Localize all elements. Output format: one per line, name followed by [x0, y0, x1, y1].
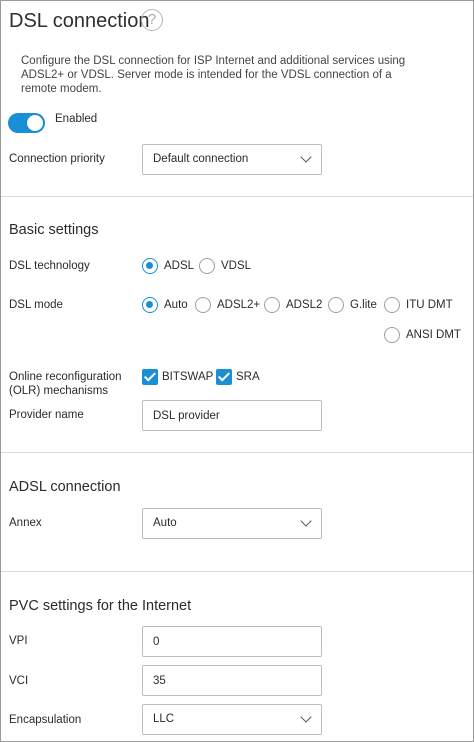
vpi-input[interactable]: [142, 626, 322, 657]
annex-value: Auto: [153, 517, 177, 529]
connection-priority-label: Connection priority: [9, 153, 105, 165]
toggle-knob: [27, 115, 43, 131]
provider-name-label: Provider name: [9, 409, 84, 421]
annex-label: Annex: [9, 517, 42, 529]
section-divider: [1, 452, 473, 453]
radio-adsl2-label: ADSL2: [286, 299, 323, 311]
provider-name-input[interactable]: [142, 400, 322, 431]
chevron-down-icon: [300, 711, 312, 723]
encapsulation-value: LLC: [153, 713, 175, 725]
radio-button: [199, 258, 215, 274]
chevron-down-icon: [300, 515, 312, 527]
radio-vdsl[interactable]: VDSL: [199, 258, 254, 276]
radio-button: [384, 327, 400, 343]
radio-ansi-dmt-label: ANSI DMT: [406, 329, 461, 341]
connection-priority-value: Default connection: [153, 153, 249, 165]
radio-adsl2plus[interactable]: ADSL2+: [195, 297, 261, 315]
checkbox-sra-label: SRA: [236, 371, 260, 383]
vci-input[interactable]: [142, 665, 322, 696]
radio-itu-dmt-label: ITU DMT: [406, 299, 453, 311]
radio-vdsl-label: VDSL: [221, 260, 252, 272]
olr-label-line1: Online reconfiguration: [9, 371, 122, 383]
radio-adsl2plus-label: ADSL2+: [217, 299, 261, 311]
section-divider: [1, 571, 473, 572]
adsl-connection-title: ADSL connection: [9, 479, 121, 495]
radio-adsl-label: ADSL: [164, 260, 195, 272]
radio-glite-label: G.lite: [350, 299, 377, 311]
radio-button: [328, 297, 344, 313]
radio-button-checked: [142, 258, 158, 274]
radio-ansi-dmt[interactable]: ANSI DMT: [384, 327, 461, 345]
encapsulation-select[interactable]: LLC: [142, 704, 322, 735]
radio-adsl[interactable]: ADSL: [142, 258, 195, 276]
radio-button: [264, 297, 280, 313]
checkbox-bitswap-label: BITSWAP: [162, 371, 214, 383]
radio-auto[interactable]: Auto: [142, 297, 190, 315]
enabled-toggle[interactable]: [8, 113, 45, 133]
checkbox-checked: [142, 369, 158, 385]
annex-select[interactable]: Auto: [142, 508, 322, 539]
dsl-technology-label: DSL technology: [9, 260, 90, 272]
encapsulation-label: Encapsulation: [9, 714, 82, 726]
radio-button: [195, 297, 211, 313]
radio-adsl2[interactable]: ADSL2: [264, 297, 322, 315]
dsl-connection-panel: DSL connection ? Configure the DSL conne…: [0, 0, 474, 742]
radio-glite[interactable]: G.lite: [328, 297, 378, 315]
radio-itu-dmt[interactable]: ITU DMT: [384, 297, 454, 315]
checkbox-checked: [216, 369, 232, 385]
page-title: DSL connection: [9, 10, 150, 32]
vpi-label: VPI: [9, 635, 28, 647]
radio-button-checked: [142, 297, 158, 313]
help-icon[interactable]: ?: [141, 9, 163, 31]
basic-settings-title: Basic settings: [9, 222, 99, 238]
checkbox-sra[interactable]: SRA: [216, 369, 261, 387]
dsl-mode-label: DSL mode: [9, 299, 63, 311]
checkbox-bitswap[interactable]: BITSWAP: [142, 369, 214, 387]
enabled-label: Enabled: [55, 113, 98, 125]
pvc-settings-title: PVC settings for the Internet: [9, 598, 192, 614]
chevron-down-icon: [300, 151, 312, 163]
vci-label: VCI: [9, 675, 29, 687]
connection-priority-select[interactable]: Default connection: [142, 144, 322, 175]
radio-button: [384, 297, 400, 313]
radio-auto-label: Auto: [164, 299, 188, 311]
olr-label-line2: (OLR) mechanisms: [9, 385, 109, 397]
section-divider: [1, 196, 473, 197]
page-description: Configure the DSL connection for ISP Int…: [21, 55, 406, 95]
